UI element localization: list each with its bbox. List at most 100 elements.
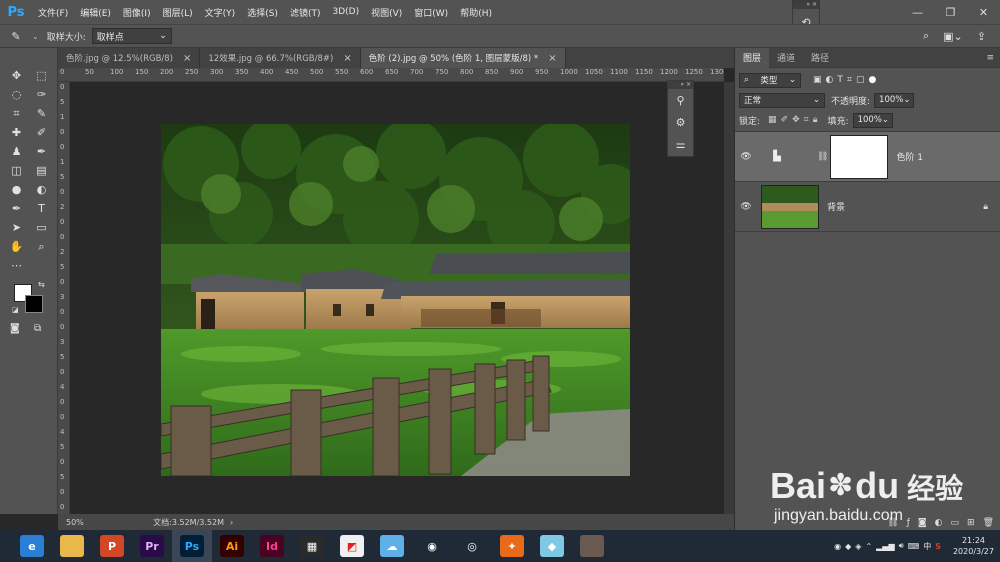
close-tab-icon[interactable]: × — [548, 53, 556, 64]
clock[interactable]: 21:24 2020/3/27 — [953, 535, 994, 557]
sliders-icon[interactable]: ⚌ — [668, 133, 693, 155]
tab-doc-2[interactable]: 12效果.jpg @ 66.7%(RGB/8#) × — [200, 48, 361, 68]
close-tab-icon[interactable]: × — [183, 53, 191, 64]
lock-pixels-icon[interactable]: ✐ — [781, 115, 789, 125]
type-tool-icon[interactable]: T — [29, 199, 54, 218]
visibility-eye-icon[interactable]: 👁︎ — [735, 202, 757, 212]
chevron-down-icon[interactable]: ⌄ — [32, 32, 39, 41]
rectangle-tool-icon[interactable]: ▭ — [29, 218, 54, 237]
quick-select-tool-icon[interactable]: ✑ — [29, 85, 54, 104]
menu-3d[interactable]: 3D(D) — [326, 7, 365, 17]
minimize-icon[interactable]: — — [901, 0, 934, 24]
taskbar-app-app-cyan[interactable]: ◆ — [532, 530, 572, 562]
lock-artboard-icon[interactable]: ⌗ — [804, 115, 809, 125]
lock-transparency-icon[interactable]: ▦ — [768, 115, 777, 125]
tab-layers[interactable]: 图层 — [735, 47, 770, 68]
more-tools-icon[interactable]: ⋯ — [4, 256, 29, 275]
dodge-tool-icon[interactable]: ◐ — [29, 180, 54, 199]
layer-name[interactable]: 背景 — [827, 200, 845, 213]
move-tool-icon[interactable]: ✥ — [4, 66, 29, 85]
history-brush-icon[interactable]: ✒ — [29, 142, 54, 161]
tray-icon[interactable]: ◆ — [845, 542, 851, 551]
brush-preset-icon[interactable]: ⚲ — [668, 89, 693, 111]
qq-tray-icon[interactable]: ◉ — [834, 542, 841, 551]
menu-type[interactable]: 文字(Y) — [199, 6, 242, 19]
taskbar-app-app-green[interactable]: ◩ — [332, 530, 372, 562]
status-menu-arrow[interactable]: › — [230, 518, 233, 527]
collapse-icon[interactable]: » × — [793, 1, 819, 9]
tab-channels[interactable]: 通道 — [769, 48, 803, 68]
filter-toggle-icon[interactable]: ● — [868, 75, 876, 85]
keyboard-icon[interactable]: ⌨ — [908, 542, 920, 551]
visibility-eye-icon[interactable]: 👁︎ — [735, 152, 757, 162]
panel-menu-icon[interactable]: ≡ — [986, 53, 1000, 63]
blur-tool-icon[interactable]: ● — [4, 180, 29, 199]
menu-view[interactable]: 视图(V) — [365, 6, 408, 19]
gradient-tool-icon[interactable]: ▤ — [29, 161, 54, 180]
lock-position-icon[interactable]: ✥ — [792, 115, 800, 125]
filter-shape-icon[interactable]: ⌗ — [847, 75, 852, 85]
taskbar-app-video[interactable]: ▦ — [292, 530, 332, 562]
zoom-tool-icon[interactable]: ⌕ — [29, 237, 54, 256]
menu-help[interactable]: 帮助(H) — [454, 6, 498, 19]
filter-type-icon[interactable]: T — [837, 75, 843, 85]
filter-smart-icon[interactable]: ▢ — [856, 75, 865, 85]
menu-edit[interactable]: 编辑(E) — [74, 6, 117, 19]
pen-tool-icon[interactable]: ✒ — [4, 199, 29, 218]
taskbar-app-premiere[interactable]: Pr — [132, 530, 172, 562]
search-icon[interactable]: ⌕ — [923, 29, 929, 43]
menu-layer[interactable]: 图层(L) — [157, 6, 199, 19]
taskbar-app-indesign[interactable]: Id — [252, 530, 292, 562]
menu-filter[interactable]: 滤镜(T) — [284, 6, 327, 19]
sample-size-select[interactable]: 取样点 ⌄ — [91, 28, 172, 44]
taskbar-app-app-photo[interactable] — [572, 530, 612, 562]
fill-field[interactable]: 100% ⌄ — [852, 112, 893, 128]
healing-tool-icon[interactable]: ✚ — [4, 123, 29, 142]
opacity-field[interactable]: 100% ⌄ — [874, 92, 915, 108]
stamp-tool-icon[interactable]: ♟ — [4, 142, 29, 161]
lasso-tool-icon[interactable]: ◌ — [4, 85, 29, 104]
eraser-tool-icon[interactable]: ◫ — [4, 161, 29, 180]
lock-all-icon[interactable]: 🔒︎ — [813, 115, 818, 125]
share-icon[interactable]: ⇪ — [977, 30, 986, 43]
blend-mode-select[interactable]: 正常 ⌄ — [739, 92, 825, 108]
brush-tool-icon[interactable]: ✐ — [29, 123, 54, 142]
network-icon[interactable]: ▂▄▆ — [876, 542, 894, 551]
menu-window[interactable]: 窗口(W) — [408, 6, 454, 19]
menu-image[interactable]: 图像(I) — [117, 6, 157, 19]
sogou-icon[interactable]: S — [935, 542, 941, 551]
layer-name[interactable]: 色阶 1 — [896, 150, 923, 163]
close-icon[interactable]: ✕ — [967, 0, 1000, 24]
workspace-icon[interactable]: ▣⌄ — [943, 30, 963, 43]
screen-mode-icon[interactable]: ⧉ — [34, 323, 41, 334]
taskbar-app-illustrator[interactable]: Ai — [212, 530, 252, 562]
crop-tool-icon[interactable]: ⌗ — [4, 104, 29, 123]
layer-mask-thumbnail[interactable] — [830, 134, 889, 179]
swap-colors-icon[interactable]: ⇆ — [38, 280, 45, 289]
marquee-tool-icon[interactable]: ⬚ — [29, 66, 54, 85]
chevron-up-icon[interactable]: ⌃ — [865, 542, 872, 551]
layer-thumbnail[interactable] — [761, 184, 819, 229]
tab-doc-3[interactable]: 色阶 (2).jpg @ 50% (色阶 1, 图层蒙版/8) * × — [360, 48, 566, 68]
path-select-icon[interactable]: ➤ — [4, 218, 29, 237]
taskbar-app-explorer[interactable] — [52, 530, 92, 562]
filter-adjustment-icon[interactable]: ◐ — [826, 75, 834, 85]
hand-tool-icon[interactable]: ✋ — [4, 237, 29, 256]
menu-file[interactable]: 文件(F) — [32, 6, 74, 19]
eyedropper-tool-icon[interactable]: ✎ — [29, 104, 54, 123]
filter-pixel-icon[interactable]: ▣ — [813, 75, 822, 85]
restore-icon[interactable]: ❐ — [934, 0, 967, 24]
layer-row-levels[interactable]: 👁︎ ▙ ⛓︎ 色阶 1 — [735, 132, 1000, 182]
taskbar-app-browser[interactable]: e — [12, 530, 52, 562]
tab-paths[interactable]: 路径 — [803, 48, 837, 68]
document-image[interactable] — [161, 124, 630, 476]
taskbar-app-app-blue[interactable]: ☁ — [372, 530, 412, 562]
ime-indicator[interactable]: 中 — [923, 541, 931, 552]
default-colors-icon[interactable]: ◪ — [12, 306, 19, 314]
background-color-swatch[interactable] — [25, 295, 43, 313]
taskbar-app-app-orange[interactable]: ✦ — [492, 530, 532, 562]
tab-doc-1[interactable]: 色阶.jpg @ 12.5%(RGB/8) × — [58, 48, 201, 68]
adjustments-icon[interactable]: ⚙ — [668, 111, 693, 133]
link-icon[interactable]: ⛓︎ — [817, 152, 828, 162]
layer-row-background[interactable]: 👁︎ 背景 🔒︎ — [735, 182, 1000, 232]
